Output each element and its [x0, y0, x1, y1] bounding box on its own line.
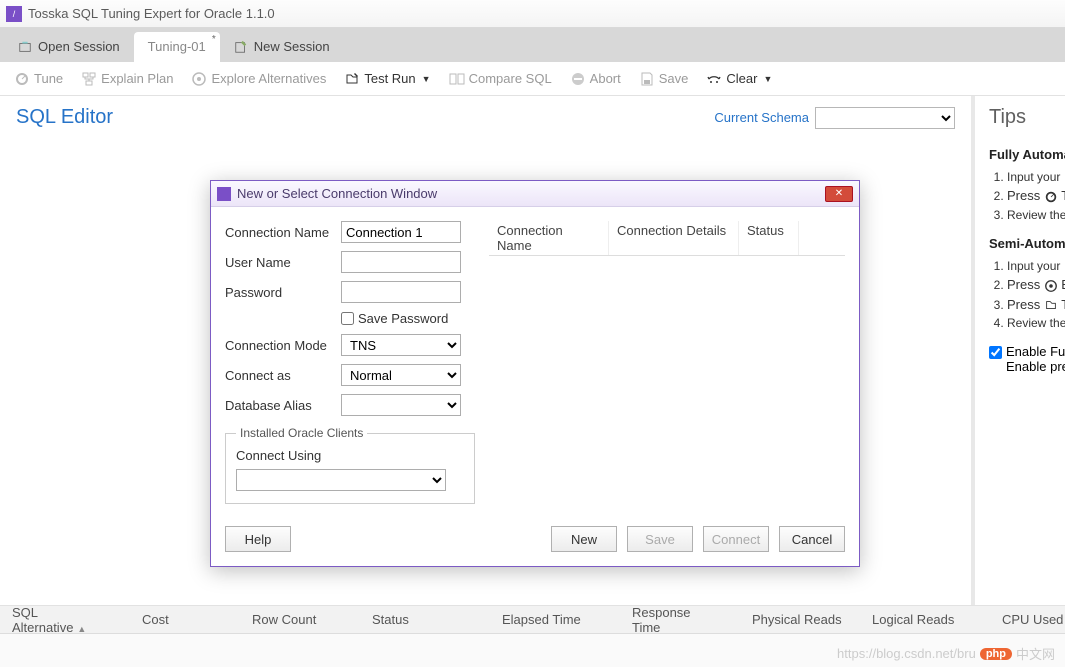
cancel-button[interactable]: Cancel: [779, 526, 845, 552]
label-connection-mode: Connection Mode: [225, 338, 341, 353]
legend-installed-clients: Installed Oracle Clients: [236, 426, 367, 440]
save-password-checkbox[interactable]: [341, 312, 354, 325]
label-database-alias: Database Alias: [225, 398, 341, 413]
connection-list: Connection Name Connection Details Statu…: [489, 221, 845, 504]
dialog-save-button[interactable]: Save: [627, 526, 693, 552]
new-button[interactable]: New: [551, 526, 617, 552]
label-save-password: Save Password: [358, 311, 448, 326]
connect-using-select[interactable]: [236, 469, 446, 491]
dialog-titlebar[interactable]: New or Select Connection Window ✕: [211, 181, 859, 207]
connect-as-select[interactable]: Normal: [341, 364, 461, 386]
label-connection-name: Connection Name: [225, 225, 341, 240]
label-connect-using: Connect Using: [236, 448, 321, 463]
label-connect-as: Connect as: [225, 368, 341, 383]
connection-name-input[interactable]: [341, 221, 461, 243]
connection-dialog: New or Select Connection Window ✕ Connec…: [210, 180, 860, 567]
list-col-status[interactable]: Status: [739, 221, 799, 255]
connection-mode-select[interactable]: TNS: [341, 334, 461, 356]
database-alias-select[interactable]: [341, 394, 461, 416]
installed-clients-group: Installed Oracle Clients Connect Using: [225, 426, 475, 504]
label-user-name: User Name: [225, 255, 341, 270]
help-button[interactable]: Help: [225, 526, 291, 552]
modal-overlay: New or Select Connection Window ✕ Connec…: [0, 0, 1065, 667]
connect-button[interactable]: Connect: [703, 526, 769, 552]
connection-form: Connection Name User Name Password Save …: [225, 221, 475, 504]
dialog-buttons: Help New Save Connect Cancel: [211, 518, 859, 566]
close-icon[interactable]: ✕: [825, 186, 853, 202]
dialog-body: Connection Name User Name Password Save …: [211, 207, 859, 518]
dialog-title-text: New or Select Connection Window: [237, 186, 437, 201]
list-col-details[interactable]: Connection Details: [609, 221, 739, 255]
app-icon: [217, 187, 231, 201]
list-col-name[interactable]: Connection Name: [489, 221, 609, 255]
password-input[interactable]: [341, 281, 461, 303]
list-header: Connection Name Connection Details Statu…: [489, 221, 845, 256]
label-password: Password: [225, 285, 341, 300]
user-name-input[interactable]: [341, 251, 461, 273]
